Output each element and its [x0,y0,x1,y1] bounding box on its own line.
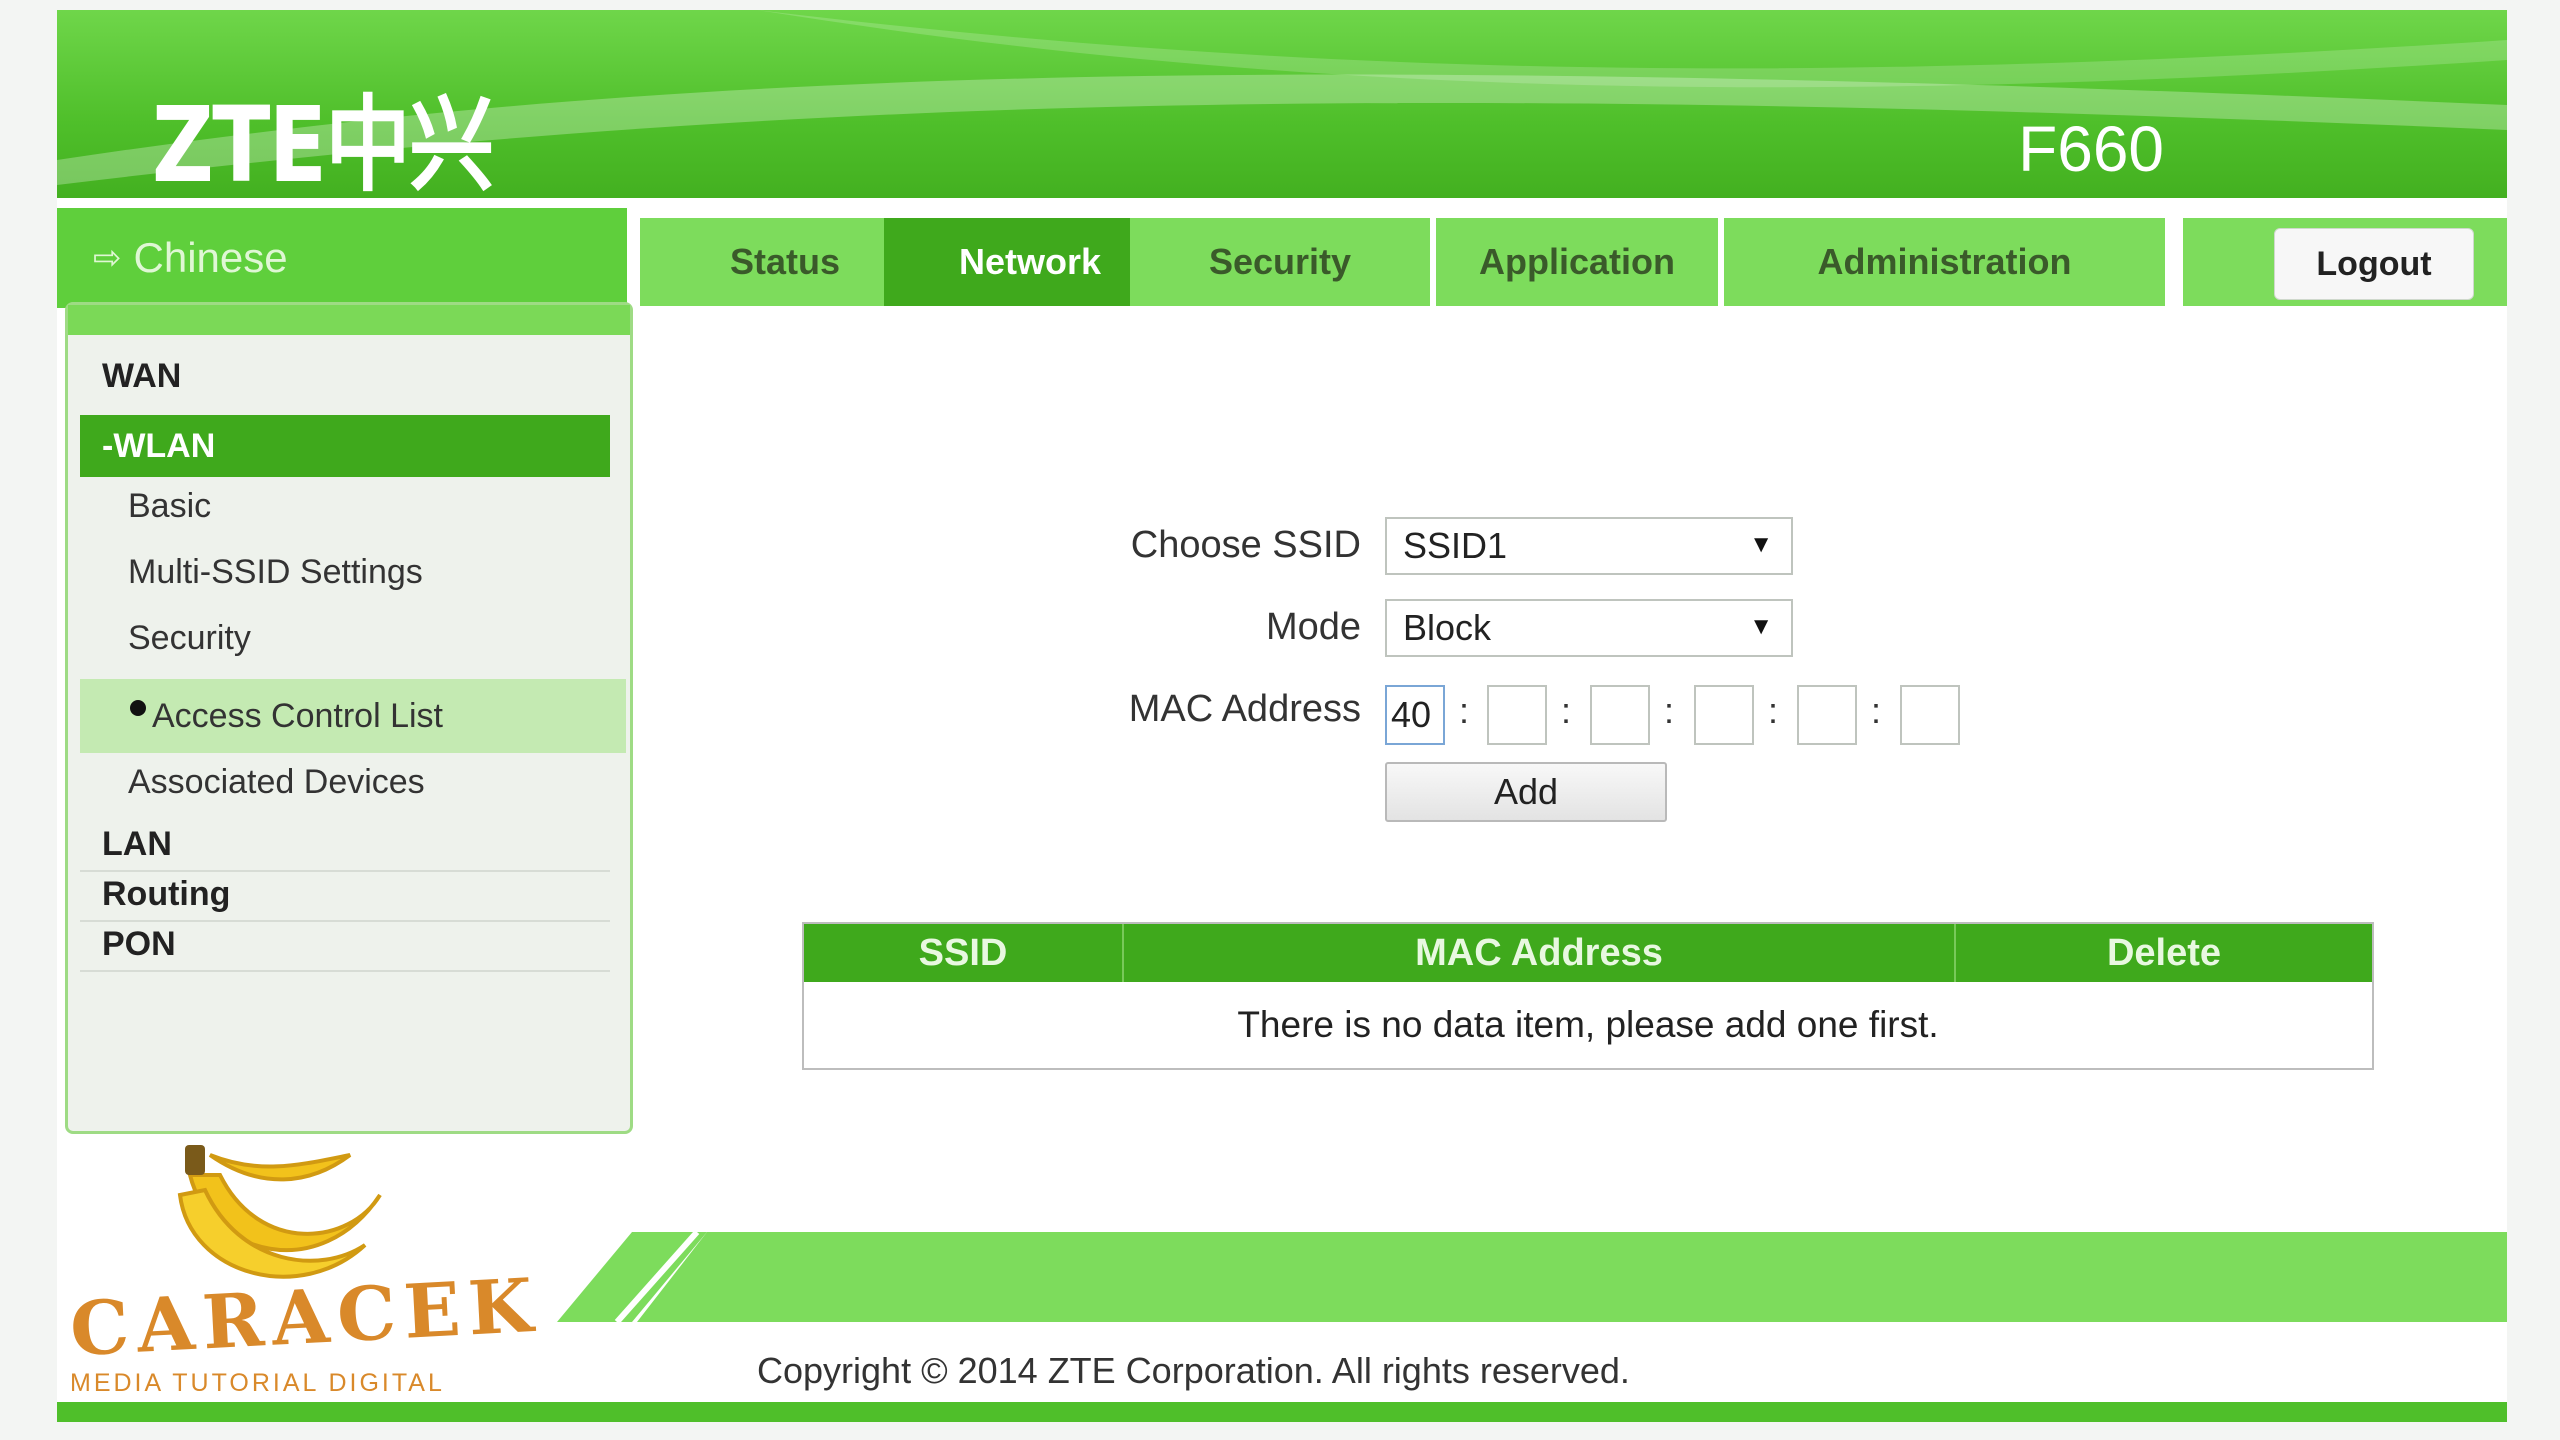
column-ssid: SSID [804,924,1124,982]
tab-application[interactable]: Application [1436,218,1718,306]
sidebar-menu: WAN -WLAN Basic Multi-SSID Settings Secu… [65,302,633,1134]
ssid-selected-value: SSID1 [1403,525,1508,566]
column-delete: Delete [2106,931,2222,974]
header-banner: ZTE中兴 F660 [57,10,2507,198]
sidebar-item-basic[interactable]: Basic [80,487,610,526]
acl-table: SSID MAC Address Delete There is no data… [802,922,2374,1070]
watermark-title: CARACEK [68,1262,543,1374]
mac-octet-2-input[interactable] [1487,685,1547,745]
mac-octet-1-input[interactable] [1385,685,1445,745]
mode-label: Mode [1265,606,1361,648]
mac-octet-3-input[interactable] [1590,685,1650,745]
sidebar-item-wlan[interactable]: -WLAN [80,415,610,477]
logout-button[interactable]: Logout [2274,228,2474,300]
language-label: Chinese [133,234,288,281]
bullet-icon [130,700,146,716]
watermark-subtitle: MEDIA TUTORIAL DIGITAL [70,1369,445,1397]
tab-administration[interactable]: Administration [1724,218,2165,306]
mac-separator: : [1664,690,1675,731]
banana-icon [177,1145,382,1279]
table-header: SSID MAC Address Delete [804,924,2372,982]
sidebar-item-label: Access Control List [152,696,443,735]
mode-select[interactable]: Block ▼ [1385,599,1793,657]
mode-selected-value: Block [1403,607,1492,648]
choose-ssid-label: Choose SSID [1130,524,1361,566]
sidebar-item-access-control-list[interactable]: Access Control List [80,679,626,753]
column-mac-address: MAC Address [1124,924,1956,982]
dropdown-arrow-icon: ▼ [1749,531,1773,558]
empty-table-message: There is no data item, please add one fi… [1237,1004,1939,1045]
sidebar-item-multi-ssid[interactable]: Multi-SSID Settings [80,553,610,592]
ssid-select[interactable]: SSID1 ▼ [1385,517,1793,575]
mac-octet-6-input[interactable] [1900,685,1960,745]
sidebar-item-wan[interactable]: WAN [80,357,610,396]
tab-security[interactable]: Security [1130,218,1430,306]
sidebar-item-lan[interactable]: LAN [80,825,610,872]
arrow-right-icon: ⇨ [93,239,122,277]
mac-separator: : [1768,690,1779,731]
dropdown-arrow-icon: ▼ [1749,613,1773,640]
mac-separator: : [1459,690,1470,731]
model-name: F660 [2018,113,2164,185]
add-button[interactable]: Add [1385,762,1667,822]
sidebar-item-routing[interactable]: Routing [80,875,610,922]
footer-bottom-bar [57,1402,2507,1422]
mac-octet-5-input[interactable] [1797,685,1857,745]
mac-separator: : [1561,690,1572,731]
sidebar-item-pon[interactable]: PON [80,925,610,972]
mac-address-label: MAC Address [1128,688,1361,730]
mac-octet-4-input[interactable] [1694,685,1754,745]
caracek-watermark: CARACEK MEDIA TUTORIAL DIGITAL [60,1135,543,1405]
sidebar-item-associated-devices[interactable]: Associated Devices [80,763,610,802]
sidebar-item-wlan-security[interactable]: Security [80,619,610,658]
language-link[interactable]: ⇨ Chinese [57,208,627,308]
mac-separator: : [1871,690,1882,731]
sidebar-top-strip [68,305,630,335]
top-navigation: ⇨ Chinese Status Network Security Applic… [57,208,2507,308]
copyright-text: Copyright © 2014 ZTE Corporation. All ri… [757,1350,1630,1391]
zte-logo: ZTE中兴 [152,84,494,198]
